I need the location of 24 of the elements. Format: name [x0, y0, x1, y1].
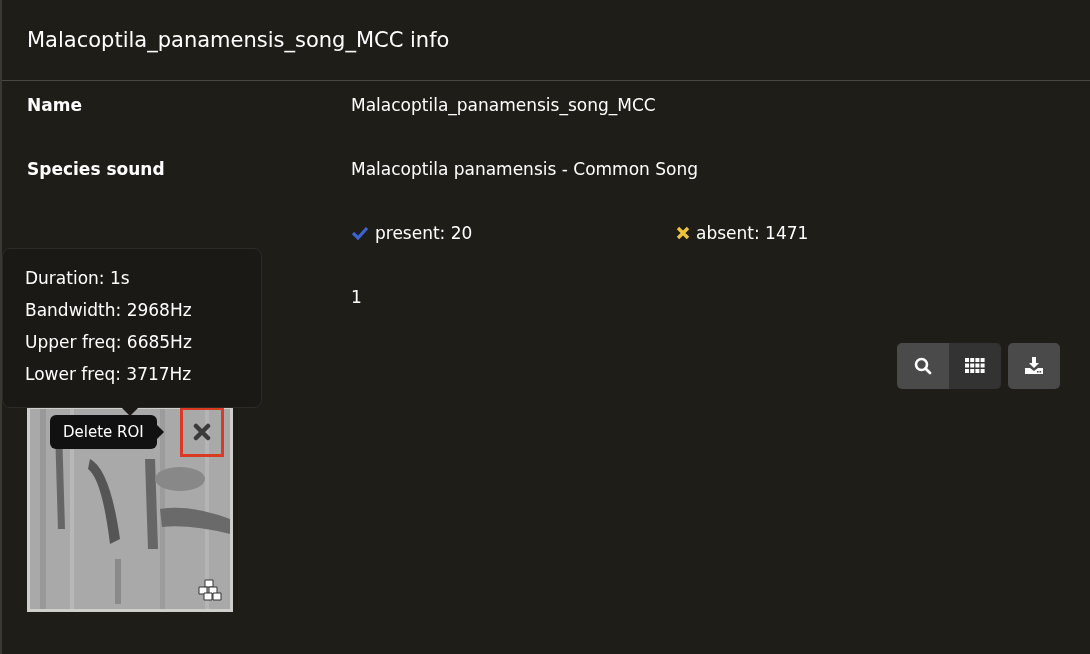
checkmark-icon	[351, 226, 369, 240]
cubes-icon	[196, 579, 222, 601]
field-value: Malacoptila panamensis - Common Song	[351, 159, 699, 179]
absent-count: absent: 1471	[696, 223, 809, 243]
tooltip-pointer	[156, 425, 164, 439]
search-view-button[interactable]	[897, 343, 949, 389]
present-count: present: 20	[375, 223, 473, 243]
dialog-title: Malacoptila_panamensis_song_MCC info	[27, 28, 450, 52]
grid-icon	[965, 358, 985, 374]
tooltip-line: Lower freq: 3717Hz	[25, 363, 193, 386]
tooltip-line: Bandwidth: 2968Hz	[25, 299, 193, 322]
tooltip-line: Upper freq: 6685Hz	[25, 331, 193, 354]
search-icon	[914, 357, 932, 375]
field-label: Species sound	[27, 159, 166, 179]
delete-tooltip: Delete ROI	[50, 415, 157, 449]
tooltip-line: Duration: 1s	[25, 267, 131, 290]
download-button[interactable]	[1008, 343, 1060, 389]
field-value: Malacoptila_panamensis_song_MCC	[351, 95, 657, 115]
download-icon	[1024, 357, 1044, 375]
field-label: Name	[27, 95, 83, 115]
grid-view-button[interactable]	[949, 343, 1001, 389]
field-value: 1	[351, 287, 363, 307]
close-icon	[193, 423, 211, 441]
cross-icon	[676, 226, 690, 240]
